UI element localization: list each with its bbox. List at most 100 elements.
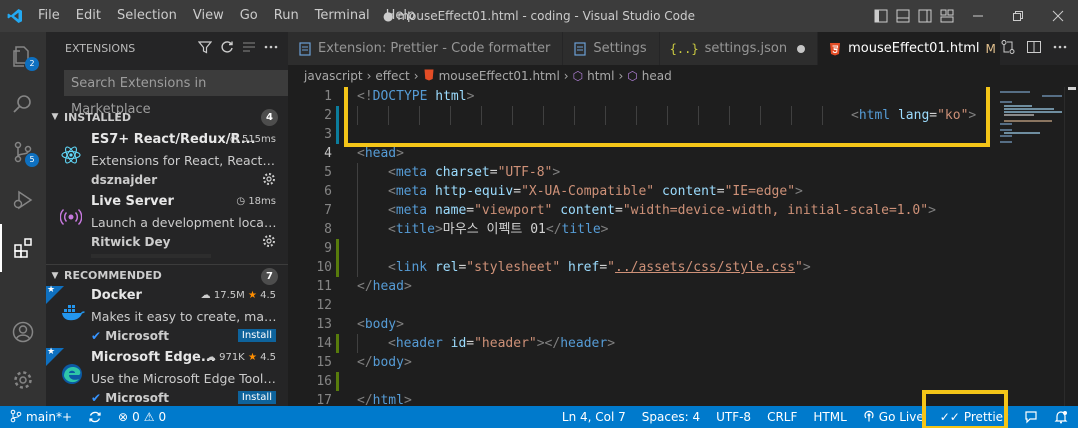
menu-run[interactable]: Run: [266, 0, 307, 32]
indentation-indicator[interactable]: Spaces: 4: [634, 406, 708, 428]
extension-description: Launch a development local S...: [91, 215, 279, 230]
tab-settings-json[interactable]: {..} settings.json: [659, 32, 819, 65]
clear-search-icon[interactable]: [242, 40, 256, 57]
list-item[interactable]: ES7+ React/Redux/R... ◷ 515ms Extensions…: [46, 130, 288, 192]
menu-selection[interactable]: Selection: [109, 0, 185, 32]
toggle-sidebar-icon[interactable]: [870, 0, 892, 32]
extension-description: Use the Microsoft Edge Tools f...: [91, 371, 279, 386]
breadcrumb-item[interactable]: html: [587, 69, 614, 83]
accounts-icon[interactable]: [0, 308, 46, 356]
vertical-scrollbar[interactable]: [1064, 87, 1078, 406]
filter-icon[interactable]: [197, 40, 213, 57]
status-bar: main*+ ⊗ 0 ⚠ 0 Ln 4, Col 7 Spaces: 4 UTF-8…: [0, 390, 1078, 428]
list-item[interactable]: Live Server ◷ 18ms Launch a development …: [46, 192, 288, 254]
chevron-right-icon: ›: [366, 69, 372, 83]
chevron-down-icon: ▼: [51, 270, 59, 281]
menu-terminal[interactable]: Terminal: [307, 0, 378, 32]
install-button[interactable]: Install: [237, 329, 276, 342]
extension-publisher: ✔ Microsoft: [91, 391, 169, 405]
menu-go[interactable]: Go: [232, 0, 266, 32]
prettier-status[interactable]: ✓✓ Prettier: [921, 390, 1016, 428]
tab-label: Settings: [593, 41, 647, 56]
extensions-sidebar: EXTENSIONS Search Extensions in Marketpl…: [46, 32, 288, 406]
installed-section-header[interactable]: ▼ INSTALLED 4: [46, 106, 288, 128]
code-line: <meta name="viewport" content="width=dev…: [388, 203, 936, 218]
tab-settings[interactable]: Settings: [563, 32, 660, 65]
more-actions-icon[interactable]: [1052, 39, 1068, 58]
list-item[interactable]: ★ Microsoft Edge... ☁ 971K ★ 4.5 Use the…: [46, 347, 288, 406]
line-number: 7: [324, 203, 332, 218]
manage-gear-icon[interactable]: [0, 356, 46, 404]
gear-icon[interactable]: [262, 234, 276, 251]
extension-stats: ☁ 17.5M ★ 4.5: [201, 290, 276, 301]
line-number: 17: [316, 393, 332, 406]
minimap[interactable]: [994, 87, 1064, 406]
line-number: 2: [324, 108, 332, 123]
react-atom-icon: [60, 144, 84, 168]
breadcrumb-item[interactable]: mouseEffect01.html: [439, 69, 560, 83]
code-editor[interactable]: 1 2 3 4 5 6 7 8 9 10 11 12 13 14 15 16 1…: [288, 87, 1078, 406]
line-number: 13: [316, 317, 332, 332]
install-button[interactable]: Install: [237, 391, 276, 404]
line-number-current: 4: [324, 146, 332, 161]
menu-file[interactable]: File: [30, 0, 68, 32]
rating-star-icon: ★: [247, 290, 257, 301]
clock-icon: ◷: [236, 196, 246, 207]
search-icon[interactable]: [0, 80, 46, 128]
explorer-icon[interactable]: 2: [0, 32, 46, 80]
extension-search-input[interactable]: Search Extensions in Marketplace: [64, 70, 288, 117]
go-live-button[interactable]: Go Live: [855, 406, 932, 428]
diff-added-marker[interactable]: [336, 334, 339, 353]
sync-icon[interactable]: [80, 406, 110, 428]
menu-edit[interactable]: Edit: [68, 0, 109, 32]
gear-icon[interactable]: [262, 172, 276, 189]
breadcrumb-item[interactable]: effect: [375, 69, 409, 83]
diff-added-marker[interactable]: [336, 372, 339, 391]
extensions-icon[interactable]: [0, 224, 46, 272]
download-count: 17.5M: [213, 290, 245, 301]
refresh-icon[interactable]: [220, 40, 234, 57]
encoding-indicator[interactable]: UTF-8: [708, 406, 759, 428]
extension-publisher: dsznajder: [91, 173, 158, 187]
branch-indicator[interactable]: main*+: [0, 406, 80, 428]
run-debug-icon[interactable]: [0, 176, 46, 224]
modified-indicator: M: [985, 41, 996, 56]
restore-icon[interactable]: [998, 0, 1038, 32]
breadcrumb-item[interactable]: javascript: [304, 69, 363, 83]
recommended-section-header[interactable]: ▼ RECOMMENDED 7: [46, 264, 288, 286]
minimize-icon[interactable]: [958, 0, 998, 32]
breadcrumb-item[interactable]: head: [642, 69, 672, 83]
unsaved-dot-icon[interactable]: [797, 44, 806, 53]
eol-indicator[interactable]: CRLF: [759, 406, 805, 428]
error-icon: ⊗: [118, 410, 129, 424]
star-icon: ★: [47, 285, 56, 295]
toggle-panel-icon[interactable]: [892, 0, 914, 32]
close-window-icon[interactable]: [1038, 0, 1078, 32]
diff-added-marker[interactable]: [336, 239, 339, 277]
edge-logo-icon: [60, 362, 84, 386]
tab-mouseeffect01-html[interactable]: mouseEffect01.html M: [818, 32, 1027, 65]
list-item[interactable]: ★ Docker ☁ 17.5M ★ 4.5 Makes it easy to …: [46, 285, 288, 348]
compare-changes-icon[interactable]: [1000, 39, 1016, 58]
cursor-position[interactable]: Ln 4, Col 7: [554, 406, 634, 428]
menu-help[interactable]: Help: [378, 0, 424, 32]
split-editor-icon[interactable]: [1026, 39, 1042, 58]
toggle-secondary-sidebar-icon[interactable]: [914, 0, 936, 32]
git-branch-icon: [10, 409, 22, 426]
line-number: 8: [324, 222, 332, 237]
customize-layout-icon[interactable]: [936, 0, 958, 32]
highlight-box-prettier: [921, 390, 1008, 428]
more-actions-icon[interactable]: [264, 40, 278, 57]
docker-whale-icon: [60, 300, 85, 324]
tab-label: Extension: Prettier - Code formatter: [318, 41, 551, 56]
language-mode[interactable]: HTML: [805, 406, 854, 428]
notifications-bell-icon[interactable]: [1046, 406, 1078, 428]
tab-prettier-extension[interactable]: Extension: Prettier - Code formatter: [288, 32, 564, 65]
diff-modified-marker[interactable]: [336, 106, 339, 144]
source-control-icon[interactable]: 5: [0, 128, 46, 176]
feedback-icon[interactable]: [1016, 406, 1046, 428]
editor-tabs: Extension: Prettier - Code formatter Set…: [288, 32, 1078, 65]
menu-view[interactable]: View: [185, 0, 232, 32]
problems-indicator[interactable]: ⊗ 0 ⚠ 0: [110, 406, 174, 428]
stylesheet-link[interactable]: ../assets/css/style.css: [615, 260, 795, 275]
